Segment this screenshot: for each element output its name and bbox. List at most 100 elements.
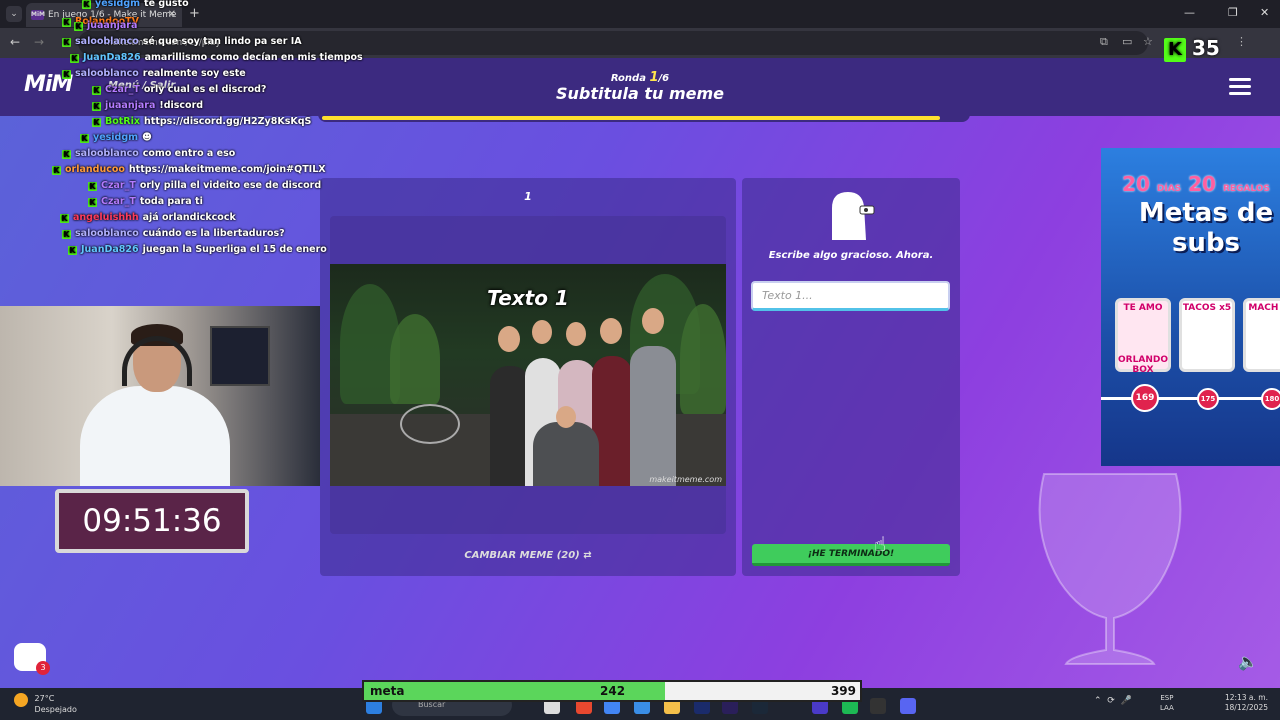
- change-meme-button[interactable]: CAMBIAR MEME (20) ⇄: [320, 550, 736, 561]
- chat-username[interactable]: JuanDa826: [81, 244, 139, 255]
- chat-bubble-icon[interactable]: 3: [14, 643, 50, 675]
- days-gifts-banner: 20 DÍAS 20 REGALOS: [1101, 172, 1280, 196]
- language-indicator[interactable]: ESP LAA: [1160, 693, 1174, 713]
- kick-badge-icon: K: [68, 246, 77, 255]
- wine-glass-overlay: [1038, 473, 1182, 665]
- hamburger-menu-icon[interactable]: [1229, 78, 1251, 96]
- chat-username[interactable]: yesidgm: [93, 132, 138, 143]
- webcam-feed: [0, 306, 320, 486]
- caption-input-panel: Escribe algo gracioso. Ahora. ¡HE TERMIN…: [742, 178, 960, 576]
- weather-desc: Despejado: [34, 705, 77, 714]
- kick-badge-icon: K: [92, 86, 101, 95]
- meme-caption-preview: Texto 1: [487, 286, 569, 310]
- mim-favicon: MiM: [31, 10, 45, 20]
- kick-badge-icon: K: [62, 70, 71, 79]
- kick-badge-icon: K: [60, 214, 69, 223]
- chat-username[interactable]: salooblanco: [75, 228, 139, 239]
- kick-badge-icon: K: [80, 134, 89, 143]
- chat-message: Ksalooblanco cuándo es la libertaduros?: [62, 228, 285, 239]
- kick-badge-icon: K: [52, 166, 61, 175]
- chat-username[interactable]: angeluishhh: [73, 212, 139, 223]
- discord-icon[interactable]: [900, 698, 916, 714]
- chat-message: Kangeluishhh ajá orlandickcock: [60, 212, 236, 223]
- days-label: DÍAS: [1156, 184, 1182, 194]
- chat-text: https://discord.gg/H2Zy8KsKqS: [144, 116, 312, 127]
- chat-message: K Czar_T orly pilla el videito ese de disc…: [88, 180, 321, 191]
- chat-username[interactable]: salooblanco: [75, 36, 139, 47]
- reward-card: TE AMO ORLANDO BOX: [1115, 298, 1171, 375]
- chat-username[interactable]: salooblanco: [75, 68, 139, 79]
- chat-unread-badge: 3: [36, 661, 50, 675]
- chat-username[interactable]: JuanDa826: [83, 52, 141, 63]
- meta-current: 242: [600, 684, 626, 698]
- kick-badge-icon: K: [70, 54, 79, 63]
- kick-viewer-counter: K 35: [1164, 36, 1220, 66]
- chat-message: K JuanDa826 amarillismo como decían en mis…: [70, 52, 363, 63]
- kick-badge-icon: K: [62, 230, 71, 239]
- tab-list-button[interactable]: ⌄: [6, 6, 22, 22]
- system-tray[interactable]: ⌃ ⟳ 🎤: [1094, 696, 1132, 706]
- chat-username[interactable]: BotRix: [105, 116, 140, 127]
- chat-username[interactable]: Czar_T: [101, 196, 136, 207]
- sub-goals-title: Metas de subs: [1111, 198, 1280, 258]
- days-number: 20: [1122, 172, 1150, 196]
- caption-text-input[interactable]: [751, 281, 950, 311]
- bookmark-star-icon[interactable]: ☆: [1143, 35, 1153, 48]
- weather-widget[interactable]: 27°C Despejado: [14, 693, 77, 715]
- chat-username[interactable]: Czar_T: [101, 180, 136, 191]
- meme-panel: 1 Texto 1 makeitmeme.com CAMBIAR MEME (2…: [320, 178, 736, 576]
- sub-goals-panel: 20 DÍAS 20 REGALOS Metas de subs TE AMO …: [1101, 148, 1280, 466]
- chat-text: amarillismo como decían en mis tiempos: [144, 52, 363, 63]
- kick-badge-icon: K: [62, 38, 71, 47]
- close-window-icon[interactable]: ✕: [1260, 6, 1269, 19]
- round-total: /6: [658, 73, 670, 84]
- reward-count: 180: [1261, 388, 1280, 410]
- chat-message: Kyesidgm te gusto: [82, 0, 189, 9]
- taskbar-clock[interactable]: 12:13 a. m. 18/12/2025: [1222, 693, 1268, 713]
- back-icon[interactable]: ←: [10, 35, 20, 49]
- kick-badge-icon: K: [92, 118, 101, 127]
- forward-icon[interactable]: →: [34, 35, 44, 49]
- chat-username[interactable]: yesidgm: [95, 0, 140, 9]
- chat-message: K BotRix https://discord.gg/H2Zy8KsKqS: [92, 116, 311, 127]
- reward-card: MACH x5: [1243, 298, 1280, 372]
- page-title: Subtitula tu meme: [555, 84, 725, 103]
- chat-message: Ksalooblanco sé que soy tan lindo pa ser …: [62, 36, 302, 47]
- kick-badge-icon: K: [74, 22, 83, 31]
- cast-icon[interactable]: ▭: [1122, 35, 1132, 48]
- reward-count: 169: [1131, 384, 1159, 412]
- translate-icon[interactable]: ⧉: [1100, 35, 1108, 49]
- maximize-icon[interactable]: ❐: [1228, 6, 1238, 19]
- chat-username[interactable]: orlanducoo: [65, 164, 125, 175]
- chat-message: Kjuaanjara: [74, 20, 141, 31]
- speaker-icon[interactable]: 🔈: [1238, 652, 1258, 671]
- kick-badge-icon: K: [92, 102, 101, 111]
- meme-number: 1: [524, 190, 532, 203]
- browser-menu-icon[interactable]: ⋮: [1236, 35, 1247, 48]
- sub-goals-title-line2: subs: [1171, 228, 1241, 258]
- chat-text: https://makeitmeme.com/join#QTILX: [128, 164, 326, 175]
- weather-temp: 27°C: [34, 694, 55, 703]
- chat-text: como entro a eso: [142, 148, 236, 159]
- viewer-count: 35: [1192, 36, 1220, 60]
- clock-date: 18/12/2025: [1224, 703, 1268, 712]
- gifts-label: REGALOS: [1222, 184, 1270, 194]
- chat-username[interactable]: Czar_T: [105, 84, 140, 95]
- chat-username[interactable]: juaanjara: [87, 20, 137, 31]
- meta-label: meta: [370, 684, 405, 698]
- prompt-text: Escribe algo gracioso. Ahora.: [768, 250, 934, 261]
- kick-badge-icon: K: [62, 18, 71, 27]
- chat-username[interactable]: juaanjara: [105, 100, 155, 111]
- chat-text: te gusto: [144, 0, 189, 9]
- meme-card: Texto 1 makeitmeme.com: [330, 216, 726, 534]
- kick-badge-icon: K: [88, 182, 97, 191]
- obs-icon[interactable]: [870, 698, 886, 714]
- done-button[interactable]: ¡HE TERMINADO!: [752, 544, 950, 566]
- meme-image: Texto 1 makeitmeme.com: [330, 264, 726, 486]
- chat-text: juegan la Superliga el 15 de enero: [142, 244, 327, 255]
- minimize-icon[interactable]: —: [1184, 6, 1195, 19]
- chat-message: Korlanducoo https://makeitmeme.com/join#Q…: [52, 164, 326, 175]
- chat-username[interactable]: salooblanco: [75, 148, 139, 159]
- new-tab-button[interactable]: +: [189, 6, 200, 21]
- round-prefix: Ronda: [610, 73, 646, 84]
